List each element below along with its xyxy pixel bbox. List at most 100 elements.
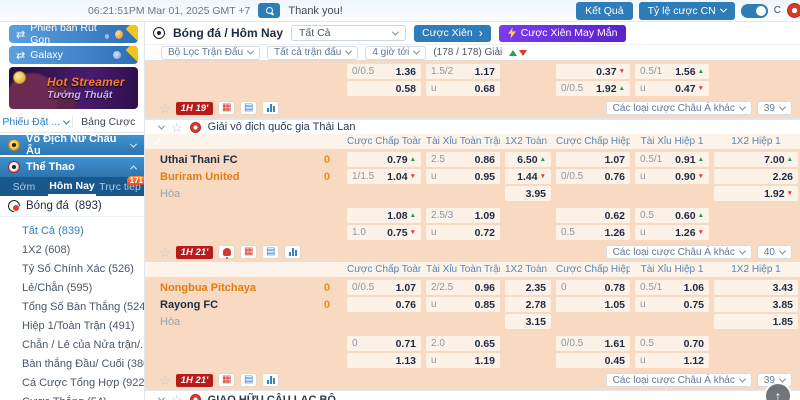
odds-cell[interactable]: 3.85 xyxy=(714,297,798,312)
odds-cell[interactable]: 3.95 xyxy=(505,186,551,201)
sidebar-market-item[interactable]: Bàn thắng Đầu/ Cuối (380) xyxy=(0,355,144,374)
market-type-select[interactable]: Tất Cả xyxy=(291,25,406,41)
quick-version-button[interactable]: ⇄ Phiên bản Rút Gọn xyxy=(9,25,138,43)
odds-cell[interactable]: u1.12 xyxy=(635,353,709,368)
odds-type-button[interactable]: Tỷ lệ cược CN xyxy=(639,2,735,20)
stats-bars-icon[interactable] xyxy=(284,245,301,259)
odds-cell[interactable]: u1.26▼ xyxy=(635,225,709,240)
sidebar-item-sports[interactable]: Thể Thao xyxy=(0,157,144,177)
odds-cell[interactable]: 0.58 xyxy=(347,81,421,96)
odds-cell[interactable]: 0.45 xyxy=(556,353,630,368)
odds-cell[interactable]: 3.43 xyxy=(714,280,798,295)
sidebar-market-item[interactable]: Tất Cả (839) xyxy=(0,222,144,241)
odds-cell[interactable]: u0.72 xyxy=(426,225,500,240)
hot-streamer-banner[interactable]: Hot Streamer Tưởng Thuật xyxy=(9,67,138,109)
odds-toggle[interactable] xyxy=(741,4,768,18)
odds-cell[interactable]: 0/0.51.07 xyxy=(347,280,421,295)
odds-cell[interactable]: 2.35 xyxy=(505,280,551,295)
sidebar-item-euro-league[interactable]: Vô Địch Nữ Châu Âu xyxy=(0,135,144,155)
odds-cell[interactable]: 0/0.50.76 xyxy=(556,169,630,184)
odds-cell[interactable]: 1.5/21.17 xyxy=(426,64,500,79)
hours-select[interactable]: 4 giờ tới xyxy=(365,46,426,60)
odds-cell[interactable]: 0.5/10.91▲ xyxy=(635,152,709,167)
sidebar-market-item[interactable]: Hiệp 1/Toàn Trận (491) xyxy=(0,317,144,336)
odds-cell[interactable]: 0.37▼ xyxy=(556,64,630,79)
odds-cell[interactable]: u1.19 xyxy=(426,353,500,368)
tab-live[interactable]: Trực tiếp171 xyxy=(96,177,144,196)
odds-cell[interactable]: u0.75 xyxy=(635,297,709,312)
favorite-star-icon[interactable]: ☆ xyxy=(171,393,183,400)
sort-toggle[interactable] xyxy=(509,50,527,56)
odds-cell[interactable]: 1.85 xyxy=(714,314,798,329)
bet-slip-tab[interactable]: Phiếu Đặt ... xyxy=(0,116,72,128)
odds-cell[interactable]: 0.79▲ xyxy=(347,152,421,167)
stats-bars-icon[interactable] xyxy=(262,373,279,387)
odds-cell[interactable]: 1.44▼ xyxy=(505,169,551,184)
odds-cell[interactable]: 0/0.51.36 xyxy=(347,64,421,79)
search-button[interactable] xyxy=(258,3,280,18)
bet-types-icon[interactable]: ▤ xyxy=(240,101,257,115)
odds-cell[interactable]: 0.51.26 xyxy=(556,225,630,240)
bet-count-select[interactable]: 39 xyxy=(757,101,792,115)
odds-cell[interactable]: 1.07 xyxy=(556,152,630,167)
keno-grid-icon[interactable]: ▦ xyxy=(218,101,235,115)
sidebar-market-item[interactable]: Lẻ/Chẵn (595) xyxy=(0,279,144,298)
sidebar-market-item[interactable]: Tổng Số Bàn Thắng (524) xyxy=(0,298,144,317)
odds-cell[interactable]: 1/1.51.04▼ xyxy=(347,169,421,184)
live-event-icon[interactable] xyxy=(218,245,235,259)
notification-icon[interactable] xyxy=(787,3,800,18)
more-asian-bets-select[interactable]: Các loại cược Châu Á khác xyxy=(606,101,752,115)
sidebar-market-item[interactable]: Cược Thắng (54) xyxy=(0,393,144,400)
odds-cell[interactable]: 2/2.50.96 xyxy=(426,280,500,295)
odds-cell[interactable]: 0.5/11.06 xyxy=(635,280,709,295)
odds-cell[interactable]: u0.85 xyxy=(426,297,500,312)
odds-cell[interactable]: 2.00.65 xyxy=(426,336,500,351)
odds-cell[interactable]: u0.90▼ xyxy=(635,169,709,184)
sidebar-market-item[interactable]: 1X2 (608) xyxy=(0,241,144,260)
more-asian-bets-select[interactable]: Các loại cược Châu Á khác xyxy=(606,373,752,387)
bet-types-icon[interactable]: ▤ xyxy=(240,373,257,387)
odds-cell[interactable]: 2.5/31.09 xyxy=(426,208,500,223)
stats-bars-icon[interactable] xyxy=(262,101,279,115)
favorite-star-icon[interactable]: ☆ xyxy=(159,246,171,259)
sidebar-market-item[interactable]: Chẵn / Lẻ của Nửa trận/... (482) xyxy=(0,336,144,355)
favorite-star-icon[interactable]: ☆ xyxy=(171,121,183,134)
odds-cell[interactable]: 1.08▲ xyxy=(347,208,421,223)
tab-today[interactable]: Hôm Nay xyxy=(48,177,96,196)
keno-grid-icon[interactable]: ▦ xyxy=(218,373,235,387)
odds-cell[interactable]: 0.50.70 xyxy=(635,336,709,351)
odds-cell[interactable]: u0.95 xyxy=(426,169,500,184)
odds-cell[interactable]: 1.92▼ xyxy=(714,186,798,201)
sidebar-market-item[interactable]: Cá Cược Tổng Hợp (922) xyxy=(0,374,144,393)
odds-cell[interactable]: 2.78 xyxy=(505,297,551,312)
sidebar-item-football[interactable]: Bóng đá (893) xyxy=(0,196,144,217)
favorite-star-icon[interactable]: ☆ xyxy=(159,374,171,387)
odds-cell[interactable]: 1.00.75▼ xyxy=(347,225,421,240)
sidebar-market-item[interactable]: Tỷ Số Chính Xác (526) xyxy=(0,260,144,279)
odds-cell[interactable]: 1.13 xyxy=(347,353,421,368)
galaxy-button[interactable]: ⇄ Galaxy xyxy=(9,46,138,64)
match-filter-select[interactable]: Bộ Lọc Trận Đấu xyxy=(161,46,260,60)
favorite-star-icon[interactable]: ☆ xyxy=(159,102,171,115)
odds-cell[interactable]: 2.50.86 xyxy=(426,152,500,167)
odds-cell[interactable]: 0.76 xyxy=(347,297,421,312)
odds-cell[interactable]: 0/0.51.61 xyxy=(556,336,630,351)
results-button[interactable]: Kết Quả xyxy=(576,2,633,20)
odds-cell[interactable]: 2.26 xyxy=(714,169,798,184)
lucky-parlay-button[interactable]: Cược Xiên May Mắn xyxy=(499,25,627,42)
odds-cell[interactable]: 0/0.51.92▲ xyxy=(556,81,630,96)
more-asian-bets-select[interactable]: Các loại cược Châu Á khác xyxy=(606,245,752,259)
all-matches-select[interactable]: Tất cả trận đấu xyxy=(267,46,358,60)
odds-cell[interactable]: 0.50.60▲ xyxy=(635,208,709,223)
tab-early[interactable]: Sớm xyxy=(0,177,48,196)
odds-cell[interactable]: 00.71 xyxy=(347,336,421,351)
odds-cell[interactable]: 0.62 xyxy=(556,208,630,223)
keno-grid-icon[interactable]: ▦ xyxy=(240,245,257,259)
bet-board-tab[interactable]: Bảng Cược xyxy=(72,116,145,128)
odds-cell[interactable]: 7.00▲ xyxy=(714,152,798,167)
bet-types-icon[interactable]: ▤ xyxy=(262,245,279,259)
parlay-button[interactable]: Cược Xiên› xyxy=(414,25,491,42)
odds-cell[interactable]: 6.50▲ xyxy=(505,152,551,167)
odds-cell[interactable]: u0.68 xyxy=(426,81,500,96)
odds-cell[interactable]: 1.05 xyxy=(556,297,630,312)
